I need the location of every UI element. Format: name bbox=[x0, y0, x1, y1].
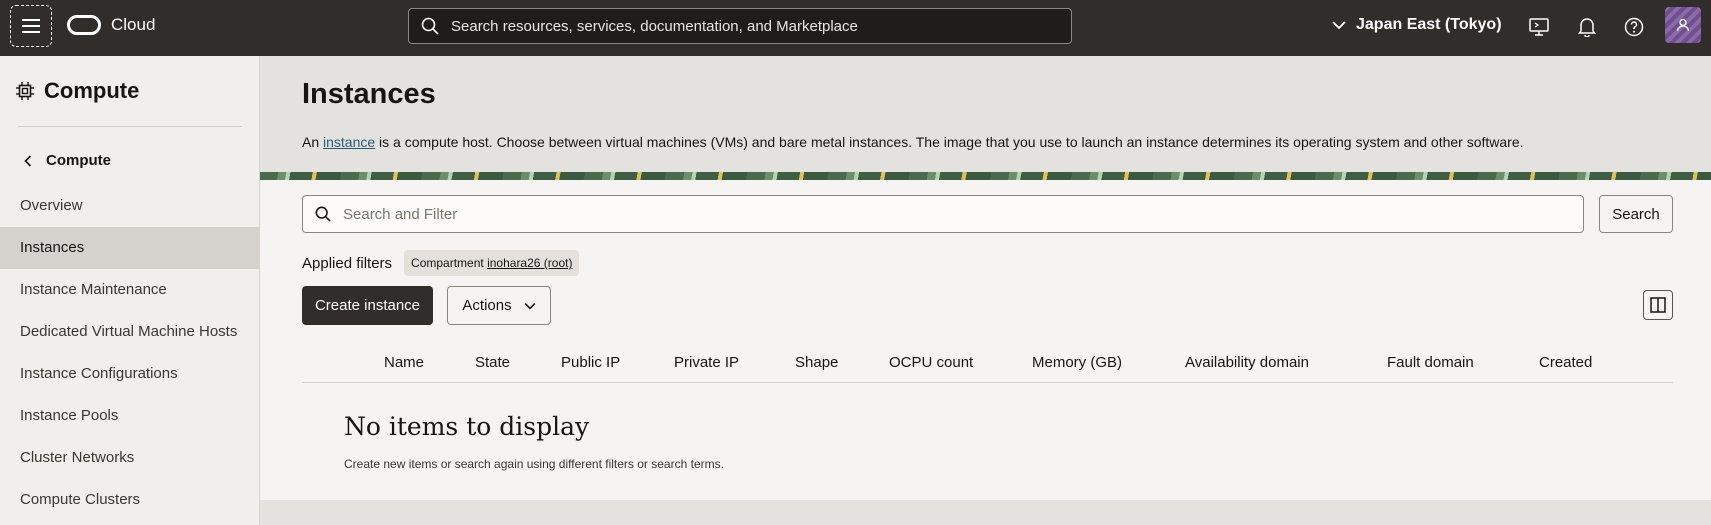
sidebar-back-label: Compute bbox=[46, 152, 111, 169]
sidebar-back-link[interactable]: Compute bbox=[24, 152, 111, 169]
column-header-state[interactable]: State bbox=[475, 354, 510, 371]
sidebar-item-cluster-networks[interactable]: Cluster Networks bbox=[0, 437, 259, 479]
actions-dropdown[interactable]: Actions bbox=[447, 286, 551, 325]
help-icon bbox=[1624, 17, 1644, 37]
sidebar-item-instances[interactable]: Instances bbox=[0, 227, 259, 269]
oracle-logo-icon bbox=[67, 15, 101, 35]
help-button[interactable] bbox=[1621, 14, 1647, 40]
region-label: Japan East (Tokyo) bbox=[1356, 16, 1502, 33]
notifications-button[interactable] bbox=[1574, 14, 1600, 40]
sidebar-item-overview[interactable]: Overview bbox=[0, 185, 259, 227]
global-search-input[interactable]: Search resources, services, documentatio… bbox=[408, 8, 1072, 44]
applied-filters: Applied filters Compartment inohara26 (r… bbox=[302, 250, 580, 276]
chip-label: Compartment bbox=[411, 256, 488, 270]
sidebar-item-compute-clusters[interactable]: Compute Clusters bbox=[0, 479, 259, 521]
page-title: Instances bbox=[302, 78, 436, 110]
chevron-down-icon bbox=[524, 302, 535, 310]
chevron-left-icon bbox=[24, 154, 32, 167]
column-header-public-ip[interactable]: Public IP bbox=[561, 354, 620, 371]
instances-panel: Search and Filter Search Applied filters… bbox=[260, 180, 1711, 500]
search-filter-input[interactable]: Search and Filter bbox=[302, 195, 1584, 233]
search-button[interactable]: Search bbox=[1599, 195, 1673, 233]
oracle-cloud-logo[interactable]: Cloud bbox=[67, 15, 155, 35]
cloud-shell-icon bbox=[1529, 18, 1549, 36]
page-description: An instance is a compute host. Choose be… bbox=[302, 134, 1524, 150]
columns-icon bbox=[1650, 297, 1666, 313]
user-avatar[interactable] bbox=[1665, 7, 1701, 43]
global-search-placeholder: Search resources, services, documentatio… bbox=[451, 17, 858, 35]
compartment-link[interactable]: inohara26 (root) bbox=[487, 256, 572, 270]
column-settings-button[interactable] bbox=[1643, 290, 1673, 320]
user-icon bbox=[1676, 18, 1690, 32]
decorative-banner bbox=[260, 172, 1711, 180]
search-filter-placeholder: Search and Filter bbox=[343, 205, 458, 223]
column-header-created[interactable]: Created bbox=[1539, 354, 1592, 371]
bell-icon bbox=[1578, 18, 1596, 37]
description-prefix: An bbox=[302, 134, 324, 150]
empty-state-subtitle: Create new items or search again using d… bbox=[344, 457, 724, 471]
search-icon bbox=[421, 17, 439, 35]
actions-label: Actions bbox=[462, 297, 512, 314]
sidebar-item-instance-configurations[interactable]: Instance Configurations bbox=[0, 353, 259, 395]
column-header-ocpu-count[interactable]: OCPU count bbox=[889, 354, 973, 371]
sidebar-item-dedicated-vm-hosts[interactable]: Dedicated Virtual Machine Hosts bbox=[0, 311, 259, 353]
sidebar-divider bbox=[18, 126, 242, 127]
compartment-filter-chip[interactable]: Compartment inohara26 (root) bbox=[404, 250, 580, 276]
chip-icon bbox=[16, 82, 34, 100]
column-header-private-ip[interactable]: Private IP bbox=[674, 354, 739, 371]
sidebar-item-instance-pools[interactable]: Instance Pools bbox=[0, 395, 259, 437]
column-header-fault-domain[interactable]: Fault domain bbox=[1387, 354, 1474, 371]
top-bar: Cloud Search resources, services, docume… bbox=[0, 0, 1711, 56]
cloud-shell-button[interactable] bbox=[1526, 14, 1552, 40]
hamburger-icon bbox=[22, 19, 40, 33]
applied-filters-label: Applied filters bbox=[302, 254, 393, 272]
chevron-down-icon bbox=[1332, 21, 1346, 30]
description-suffix: is a compute host. Choose between virtua… bbox=[375, 134, 1524, 150]
column-header-memory[interactable]: Memory (GB) bbox=[1032, 354, 1122, 371]
region-selector[interactable]: Japan East (Tokyo) bbox=[1332, 16, 1502, 34]
search-icon bbox=[315, 206, 331, 222]
column-header-availability-domain[interactable]: Availability domain bbox=[1185, 354, 1309, 371]
sidebar-title-label: Compute bbox=[44, 78, 140, 103]
brand-label: Cloud bbox=[111, 15, 156, 34]
table-header-divider bbox=[302, 382, 1673, 383]
instance-doc-link[interactable]: instance bbox=[323, 134, 375, 150]
sidebar: Compute Compute Overview Instances Insta… bbox=[0, 56, 260, 525]
create-instance-button[interactable]: Create instance bbox=[302, 286, 433, 325]
empty-state-title: No items to display bbox=[344, 412, 590, 441]
sidebar-title: Compute bbox=[16, 78, 139, 104]
navigation-menu-button[interactable] bbox=[10, 5, 52, 47]
column-header-name[interactable]: Name bbox=[384, 354, 424, 371]
sidebar-nav: Overview Instances Instance Maintenance … bbox=[0, 185, 259, 521]
sidebar-item-instance-maintenance[interactable]: Instance Maintenance bbox=[0, 269, 259, 311]
column-header-shape[interactable]: Shape bbox=[795, 354, 838, 371]
page-header: Instances An instance is a compute host.… bbox=[260, 56, 1711, 174]
